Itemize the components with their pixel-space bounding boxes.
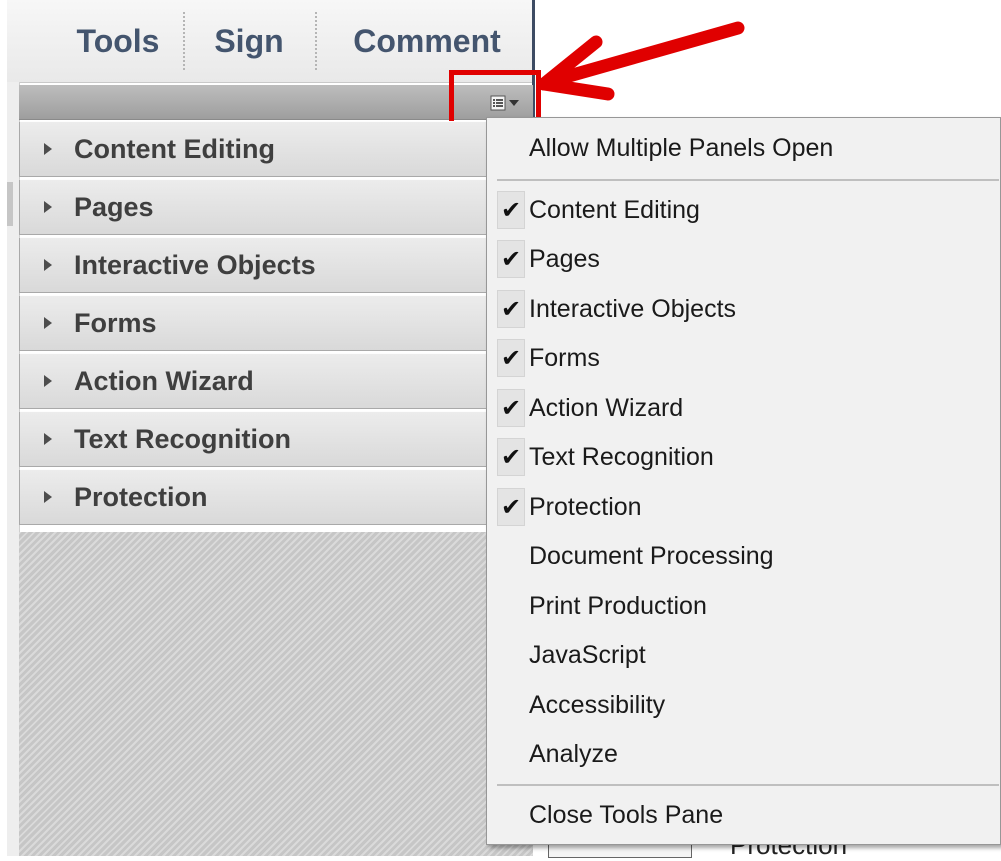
menu-item-label: JavaScript — [529, 641, 646, 669]
menu-item-label: Close Tools Pane — [529, 801, 724, 829]
menu-item-protection[interactable]: ✔ Protection — [487, 483, 1000, 532]
menu-item-document-processing[interactable]: Document Processing — [487, 532, 1000, 581]
expand-triangle-icon — [44, 491, 52, 503]
menu-item-analyze[interactable]: Analyze — [487, 730, 1000, 779]
checkmark-icon: ✔ — [497, 438, 525, 476]
menu-item-javascript[interactable]: JavaScript — [487, 631, 1000, 680]
expand-triangle-icon — [44, 317, 52, 329]
expand-triangle-icon — [44, 143, 52, 155]
panel-label: Text Recognition — [74, 423, 292, 454]
panel-options-menu: Allow Multiple Panels Open ✔ Content Edi… — [486, 117, 1001, 845]
menu-item-interactive-objects[interactable]: ✔ Interactive Objects — [487, 285, 1000, 334]
panel-label: Forms — [74, 307, 157, 338]
checkmark-icon: ✔ — [497, 339, 525, 377]
menu-item-label: Pages — [529, 245, 600, 273]
menu-item-label: Accessibility — [529, 691, 666, 719]
expand-triangle-icon — [44, 433, 52, 445]
empty-pane-area — [19, 532, 533, 856]
panel-label: Action Wizard — [74, 365, 254, 396]
panel-label: Content Editing — [74, 133, 275, 164]
menu-item-accessibility[interactable]: Accessibility — [487, 681, 1000, 730]
annotation-arrow-icon — [537, 21, 745, 101]
tools-panel-list: Content Editing Pages Interactive Object… — [19, 121, 533, 527]
panel-action-wizard[interactable]: Action Wizard — [19, 353, 533, 409]
menu-item-label: Print Production — [529, 592, 707, 620]
panel-label: Pages — [74, 191, 154, 222]
expand-triangle-icon — [44, 375, 52, 387]
menu-item-pages[interactable]: ✔ Pages — [487, 235, 1000, 284]
menu-item-label: Text Recognition — [529, 443, 714, 471]
menu-item-label: Document Processing — [529, 542, 774, 570]
menu-item-allow-multiple-panels[interactable]: Allow Multiple Panels Open — [487, 124, 1000, 173]
left-strip-handle[interactable] — [7, 182, 13, 226]
panel-content-editing[interactable]: Content Editing — [19, 121, 533, 177]
tab-sign[interactable]: Sign — [187, 0, 311, 82]
expand-triangle-icon — [44, 259, 52, 271]
checkmark-icon: ✔ — [497, 389, 525, 427]
menu-item-content-editing[interactable]: ✔ Content Editing — [487, 186, 1000, 235]
panel-pages[interactable]: Pages — [19, 179, 533, 235]
panel-protection[interactable]: Protection — [19, 469, 533, 525]
menu-item-label: Allow Multiple Panels Open — [529, 134, 834, 162]
panel-forms[interactable]: Forms — [19, 295, 533, 351]
menu-item-label: Analyze — [529, 740, 618, 768]
checkmark-icon: ✔ — [497, 290, 525, 328]
panel-label: Protection — [74, 481, 208, 512]
menu-item-label: Action Wizard — [529, 394, 684, 422]
panel-text-recognition[interactable]: Text Recognition — [19, 411, 533, 467]
menu-item-label: Forms — [529, 344, 600, 372]
menu-item-forms[interactable]: ✔ Forms — [487, 334, 1000, 383]
menu-item-label: Interactive Objects — [529, 295, 737, 323]
menu-separator — [497, 179, 999, 181]
checkmark-icon: ✔ — [497, 240, 525, 278]
menu-item-text-recognition[interactable]: ✔ Text Recognition — [487, 433, 1000, 482]
menu-item-close-tools-pane[interactable]: Close Tools Pane — [487, 791, 1000, 840]
tab-separator — [183, 12, 185, 70]
tab-tools[interactable]: Tools — [55, 0, 181, 82]
menu-item-action-wizard[interactable]: ✔ Action Wizard — [487, 384, 1000, 433]
checkmark-icon: ✔ — [497, 488, 525, 526]
menu-item-print-production[interactable]: Print Production — [487, 582, 1000, 631]
panel-label: Interactive Objects — [74, 249, 316, 280]
menu-item-label: Content Editing — [529, 196, 700, 224]
tab-separator — [315, 12, 317, 70]
panel-interactive-objects[interactable]: Interactive Objects — [19, 237, 533, 293]
menu-item-label: Protection — [529, 493, 642, 521]
expand-triangle-icon — [44, 201, 52, 213]
checkmark-icon: ✔ — [497, 191, 525, 229]
menu-separator — [497, 784, 999, 786]
